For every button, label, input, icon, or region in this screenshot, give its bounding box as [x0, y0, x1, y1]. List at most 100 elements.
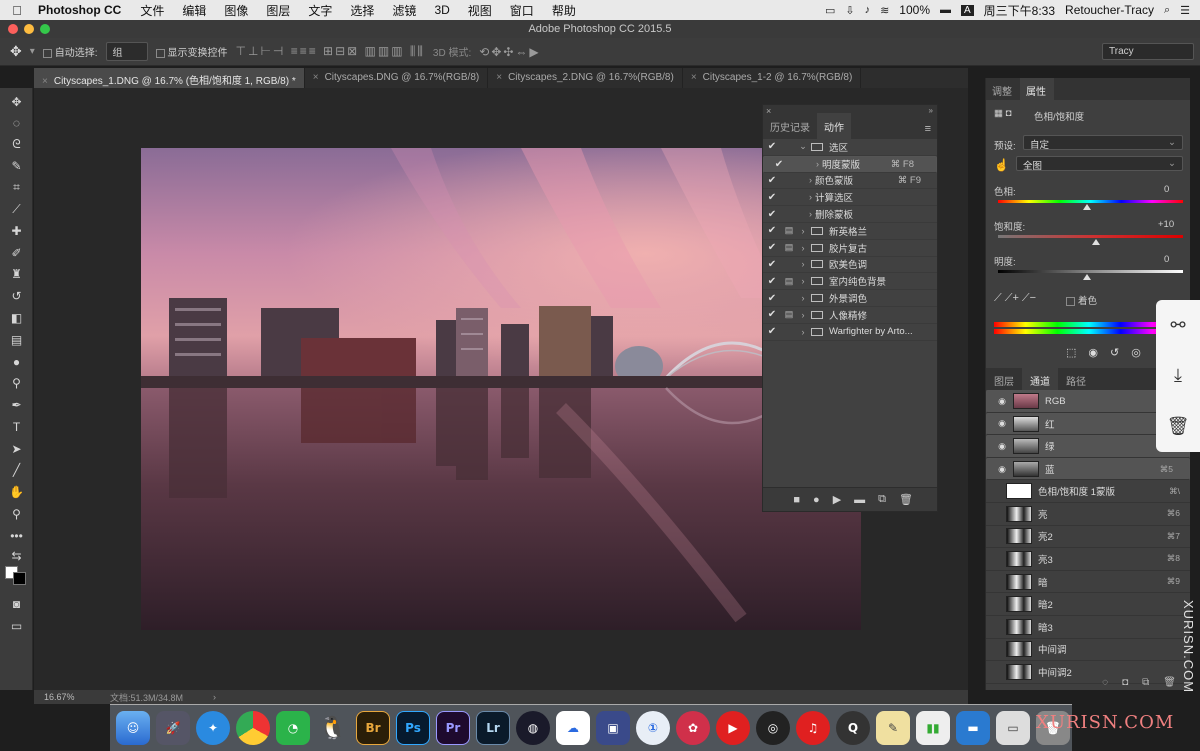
- clock[interactable]: 周三下午8:33: [984, 2, 1055, 19]
- action-dialog-toggle-icon[interactable]: ▤: [781, 276, 797, 287]
- lightness-slider-thumb[interactable]: [1083, 274, 1091, 280]
- move-tool-icon[interactable]: ✥: [8, 94, 25, 111]
- type-tool-icon[interactable]: T: [8, 419, 25, 436]
- action-enabled-check-icon[interactable]: ✔: [763, 276, 781, 287]
- channel-row[interactable]: ◉ 蓝 ⌘5: [986, 457, 1190, 481]
- list-icon[interactable]: ☰: [1180, 4, 1190, 17]
- chrome-icon[interactable]: [236, 711, 270, 745]
- new-set-icon[interactable]: ▬: [854, 494, 865, 506]
- 3d-mode-buttons[interactable]: ⟲✥✣⇔▶: [479, 45, 540, 59]
- video-app-icon[interactable]: ▣: [596, 711, 630, 745]
- menu-type[interactable]: 文字: [299, 2, 341, 19]
- colorize-checkbox[interactable]: 着色: [1066, 293, 1097, 307]
- photoshop-icon[interactable]: Ps: [396, 711, 430, 745]
- tab-history[interactable]: 历史记录: [763, 113, 817, 139]
- eyedropper-icons[interactable]: ⟋ ⟋+ ⟋−: [994, 292, 1036, 305]
- screen-icon[interactable]: ▭: [825, 4, 835, 17]
- tab-paths[interactable]: 路径: [1058, 368, 1094, 390]
- saturation-value[interactable]: +10: [1158, 219, 1174, 230]
- finder-icon[interactable]: ☺: [116, 711, 150, 745]
- record-icon[interactable]: ●: [813, 494, 820, 506]
- visibility-eye-icon[interactable]: ◉: [993, 441, 1011, 452]
- menu-select[interactable]: 选择: [341, 2, 383, 19]
- channel-row[interactable]: 亮2 ⌘7: [986, 526, 1190, 549]
- action-row[interactable]: ✔ › 颜色蒙版 ⌘ F9: [763, 173, 937, 190]
- action-enabled-check-icon[interactable]: ✔: [763, 242, 781, 253]
- action-expand-icon[interactable]: ›: [797, 192, 812, 202]
- action-row[interactable]: ✔ › 计算选区: [763, 189, 937, 207]
- action-row[interactable]: ✔ › 欧美色调: [763, 257, 937, 274]
- view-previous-icon[interactable]: ◉: [1088, 346, 1098, 359]
- preset-dropdown[interactable]: 自定 ⌄: [1023, 135, 1183, 151]
- trash-icon[interactable]: 🗑: [899, 493, 913, 506]
- action-dialog-toggle-icon[interactable]: ▤: [781, 225, 797, 236]
- action-enabled-check-icon[interactable]: ✔: [763, 209, 781, 220]
- tab-layers[interactable]: 图层: [986, 368, 1022, 390]
- lightness-slider[interactable]: [998, 270, 1183, 273]
- battery-icon[interactable]: ▬: [940, 4, 951, 16]
- quick-mask-icon[interactable]: ◙: [8, 596, 25, 613]
- close-tab-icon[interactable]: ×: [691, 72, 697, 83]
- new-channel-icon[interactable]: ⧉: [1142, 677, 1149, 688]
- action-dialog-toggle-icon[interactable]: ▤: [781, 309, 797, 320]
- obs-icon[interactable]: ◎: [756, 711, 790, 745]
- lightness-value[interactable]: 0: [1164, 254, 1169, 265]
- marquee-tool-icon[interactable]: ◌: [8, 115, 25, 132]
- action-enabled-check-icon[interactable]: ✔: [763, 175, 781, 186]
- screenshot-icon[interactable]: ▭: [996, 711, 1030, 745]
- zoom-window-button[interactable]: [40, 24, 50, 34]
- tool-preset-arrow-icon[interactable]: ▾: [30, 46, 35, 57]
- launchpad-icon[interactable]: 🚀: [156, 711, 190, 745]
- download-icon[interactable]: ⤓: [1174, 365, 1182, 386]
- close-window-button[interactable]: [8, 24, 18, 34]
- panel-menu-icon[interactable]: ≡: [925, 123, 931, 135]
- cinema4d-icon[interactable]: ◍: [516, 711, 550, 745]
- wechat-icon[interactable]: ◔: [276, 711, 310, 745]
- share-icon[interactable]: ⚯: [1170, 315, 1185, 336]
- brush-tool-icon[interactable]: ✐: [8, 245, 25, 262]
- range-dropdown[interactable]: 全图 ⌄: [1016, 156, 1183, 172]
- action-enabled-check-icon[interactable]: ✔: [763, 309, 781, 320]
- action-expand-icon[interactable]: ›: [797, 226, 809, 236]
- visibility-eye-icon[interactable]: ◉: [993, 396, 1011, 407]
- media-player-icon[interactable]: ▶: [716, 711, 750, 745]
- background-color-swatch[interactable]: [13, 572, 26, 585]
- menu-edit[interactable]: 编辑: [173, 2, 215, 19]
- app-menu[interactable]: Photoshop CC: [34, 3, 131, 17]
- tab-cityscapes[interactable]: × Cityscapes.DNG @ 16.7%(RGB/8): [305, 68, 489, 88]
- input-method[interactable]: A: [961, 4, 974, 16]
- menu-view[interactable]: 视图: [459, 2, 501, 19]
- tab-actions[interactable]: 动作: [817, 113, 851, 139]
- action-expand-icon[interactable]: ›: [797, 293, 809, 303]
- targeted-adjust-icon[interactable]: ☝: [994, 158, 1009, 172]
- action-enabled-check-icon[interactable]: ✔: [763, 259, 781, 270]
- netease-music-icon[interactable]: ♫: [796, 711, 830, 745]
- qq-icon[interactable]: 🐧: [316, 711, 350, 745]
- menu-help[interactable]: 帮助: [543, 2, 585, 19]
- clone-stamp-tool-icon[interactable]: ♜: [8, 266, 25, 283]
- visibility-icon[interactable]: ◎: [1131, 346, 1141, 359]
- tab-channels[interactable]: 通道: [1022, 368, 1058, 390]
- zoom-tool-icon[interactable]: ⚲: [8, 506, 25, 523]
- blur-tool-icon[interactable]: ●: [8, 354, 25, 371]
- more-tools-icon[interactable]: •••: [8, 528, 25, 545]
- show-transform-checkbox[interactable]: 显示变换控件: [155, 44, 228, 59]
- action-row[interactable]: ✔ ▤ › 胶片复古: [763, 240, 937, 257]
- download-status-icon[interactable]: ⇩: [845, 4, 854, 17]
- action-expand-icon[interactable]: ›: [797, 175, 812, 185]
- channel-row[interactable]: 暗2: [986, 593, 1190, 616]
- safari-icon[interactable]: ✦: [196, 711, 230, 745]
- numbers-icon[interactable]: ▮▮: [916, 711, 950, 745]
- reset-icon[interactable]: ↺: [1110, 346, 1119, 359]
- visibility-eye-icon[interactable]: ◉: [993, 418, 1011, 429]
- menu-file[interactable]: 文件: [131, 2, 173, 19]
- healing-brush-tool-icon[interactable]: ✚: [8, 223, 25, 240]
- action-enabled-check-icon[interactable]: ✔: [763, 293, 781, 304]
- save-selection-icon[interactable]: ◘: [1122, 677, 1128, 688]
- status-menu-arrow[interactable]: ›: [183, 692, 216, 702]
- dodge-tool-icon[interactable]: ⚲: [8, 375, 25, 392]
- close-tab-icon[interactable]: ×: [42, 76, 48, 87]
- move-tool-icon[interactable]: ✥: [10, 43, 22, 60]
- davinci-icon[interactable]: ✿: [676, 711, 710, 745]
- clip-to-layer-icon[interactable]: ⬚: [1066, 346, 1076, 359]
